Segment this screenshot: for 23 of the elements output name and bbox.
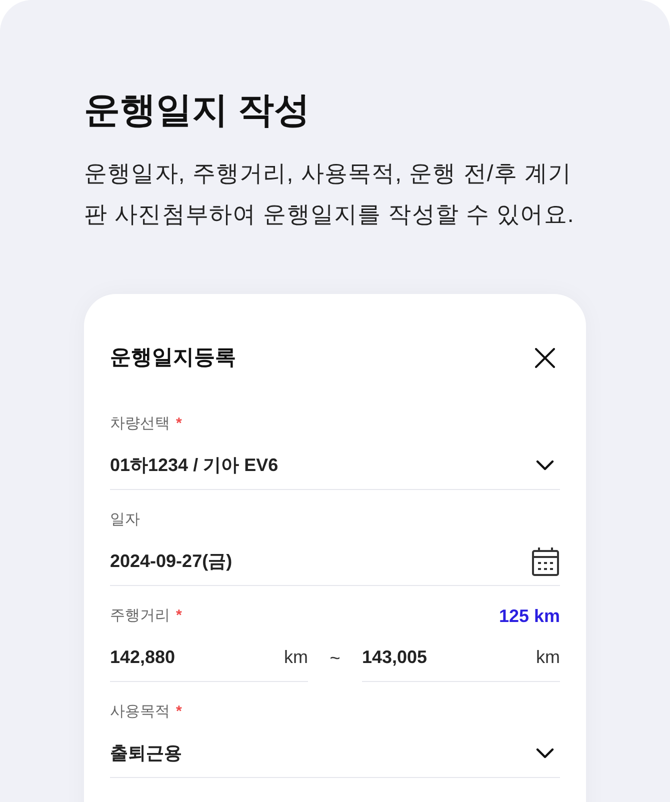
distance-total: 125 km [498, 606, 560, 626]
field-label: 일자 [110, 510, 140, 530]
chevron-down-icon [536, 748, 554, 758]
field-label: 사용목적 [110, 702, 170, 722]
odometer-field[interactable]: 142,880 km [110, 643, 308, 682]
field-label: 차량선택 [110, 414, 170, 434]
required-asterisk: * [176, 606, 182, 626]
date-field[interactable]: 2024-09-27(금) [110, 547, 560, 586]
field-label: 주행거리 [110, 606, 170, 626]
required-asterisk: * [176, 414, 182, 434]
page-description: 운행일자, 주행거리, 사용목적, 운행 전/후 계기판 사진첨부하여 운행일지를 작성할 수 있어요. [84, 159, 576, 229]
range-separator: ~ [330, 646, 340, 670]
dialog-title: 운행일지등록 [110, 345, 236, 371]
close-icon [535, 348, 555, 368]
page-title: 운행일지 작성 [84, 88, 310, 132]
required-asterisk: * [176, 702, 182, 722]
odometer-field[interactable]: 143,005 km [362, 643, 560, 682]
select-field[interactable]: 01하1234 / 기아 EV6 [110, 451, 560, 490]
chevron-down-icon [536, 460, 554, 470]
unit-label: km [536, 646, 560, 669]
calendar-icon [532, 546, 558, 576]
unit-label: km [284, 646, 308, 669]
select-field[interactable]: 출퇴근용 [110, 739, 560, 778]
